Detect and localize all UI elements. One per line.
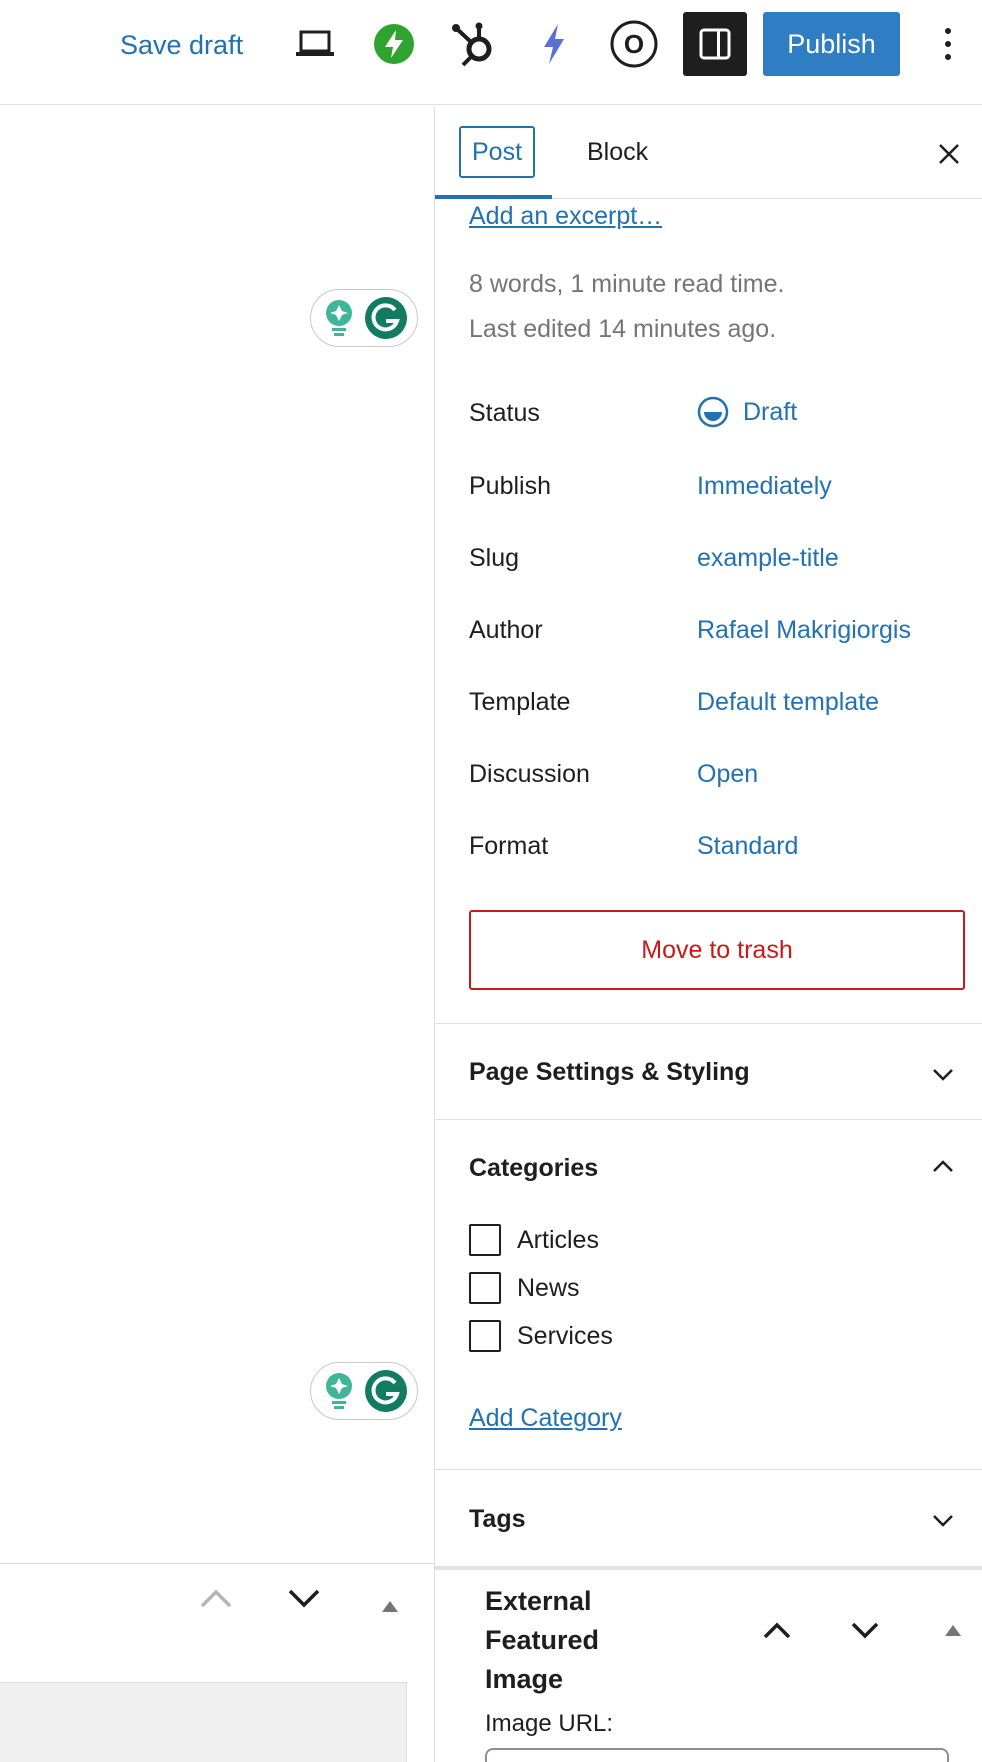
editor-toolbar: Save draft O Publish xyxy=(0,0,982,105)
chevron-down-icon[interactable] xyxy=(925,1056,961,1092)
template-label: Template xyxy=(469,688,571,716)
active-tab-indicator xyxy=(435,195,552,199)
laptop-preview-icon[interactable] xyxy=(283,12,347,76)
close-icon[interactable] xyxy=(931,136,967,172)
move-down-icon[interactable] xyxy=(286,1586,322,1615)
editor-canvas[interactable] xyxy=(0,106,434,1762)
format-label: Format xyxy=(469,832,549,860)
publish-value[interactable]: Immediately xyxy=(697,472,832,501)
image-url-input[interactable] xyxy=(485,1748,949,1762)
last-edited: Last edited 14 minutes ago. xyxy=(469,315,777,343)
word-count: 8 words, 1 minute read time. xyxy=(469,270,785,298)
chevron-up-icon[interactable] xyxy=(925,1149,961,1185)
category-articles[interactable]: Articles xyxy=(469,1224,599,1256)
grammarly-widget[interactable] xyxy=(310,1362,418,1420)
category-news[interactable]: News xyxy=(469,1272,580,1304)
circle-o-icon[interactable]: O xyxy=(602,12,666,76)
move-to-trash-button[interactable]: Move to trash xyxy=(469,910,965,990)
grammarly-widget[interactable] xyxy=(310,289,418,347)
chevron-down-icon[interactable] xyxy=(925,1502,961,1538)
panel-divider xyxy=(435,1023,982,1024)
image-url-label: Image URL: xyxy=(485,1710,614,1737)
category-label: News xyxy=(517,1273,580,1302)
category-checkbox[interactable] xyxy=(469,1320,501,1352)
meta-box-content xyxy=(0,1682,407,1762)
status-value-text: Draft xyxy=(743,397,798,426)
lightning-icon[interactable] xyxy=(522,12,586,76)
category-label: Services xyxy=(517,1321,613,1350)
category-checkbox[interactable] xyxy=(469,1224,501,1256)
settings-sidebar: Post Block Add an excerpt… 8 words, 1 mi… xyxy=(434,106,982,1762)
slug-label: Slug xyxy=(469,544,520,572)
meta-box-divider xyxy=(0,1563,434,1564)
discussion-label: Discussion xyxy=(469,760,590,788)
jetpack-icon[interactable] xyxy=(362,12,426,76)
sidebar-toggle-icon[interactable] xyxy=(683,12,747,76)
toggle-panel-icon[interactable] xyxy=(933,1610,973,1650)
tab-post[interactable]: Post xyxy=(459,126,535,178)
save-draft-button[interactable]: Save draft xyxy=(120,28,243,62)
panel-divider xyxy=(435,1119,982,1120)
category-label: Articles xyxy=(517,1225,599,1254)
author-label: Author xyxy=(469,616,543,644)
categories-panel-title[interactable]: Categories xyxy=(469,1154,598,1183)
toggle-panel-icon[interactable] xyxy=(380,1599,400,1618)
lightbulb-icon xyxy=(325,300,352,336)
discussion-value[interactable]: Open xyxy=(697,760,758,789)
publish-button[interactable]: Publish xyxy=(763,12,900,76)
slug-value[interactable]: example-title xyxy=(697,544,839,573)
author-value[interactable]: Rafael Makrigiorgis xyxy=(697,616,911,645)
grammarly-icon xyxy=(364,1370,407,1412)
category-services[interactable]: Services xyxy=(469,1320,613,1352)
draft-status-icon xyxy=(697,396,729,428)
grammarly-icon xyxy=(364,297,407,339)
tab-block[interactable]: Block xyxy=(587,138,648,167)
format-value[interactable]: Standard xyxy=(697,832,798,861)
add-category-link[interactable]: Add Category xyxy=(469,1404,622,1433)
status-label: Status xyxy=(469,399,540,427)
move-up-icon[interactable] xyxy=(757,1610,797,1650)
template-value[interactable]: Default template xyxy=(697,688,879,717)
page-settings-panel-title[interactable]: Page Settings & Styling xyxy=(469,1058,750,1087)
hubspot-icon[interactable] xyxy=(442,12,506,76)
tags-panel-title[interactable]: Tags xyxy=(469,1505,526,1534)
more-options-icon[interactable] xyxy=(926,12,970,76)
publish-label: Publish xyxy=(469,472,551,500)
add-excerpt-link[interactable]: Add an excerpt… xyxy=(469,202,662,231)
external-featured-image-box: External Featured Image Image URL: xyxy=(435,1566,982,1762)
status-value[interactable]: Draft xyxy=(697,396,797,428)
svg-text:O: O xyxy=(624,29,644,59)
sidebar-tabs: Post Block xyxy=(435,106,982,199)
panel-divider xyxy=(435,1469,982,1470)
category-checkbox[interactable] xyxy=(469,1272,501,1304)
lightbulb-icon xyxy=(325,1373,352,1409)
move-down-icon[interactable] xyxy=(845,1610,885,1650)
external-featured-image-title: External Featured Image xyxy=(485,1586,600,1694)
move-up-icon[interactable] xyxy=(198,1586,234,1615)
